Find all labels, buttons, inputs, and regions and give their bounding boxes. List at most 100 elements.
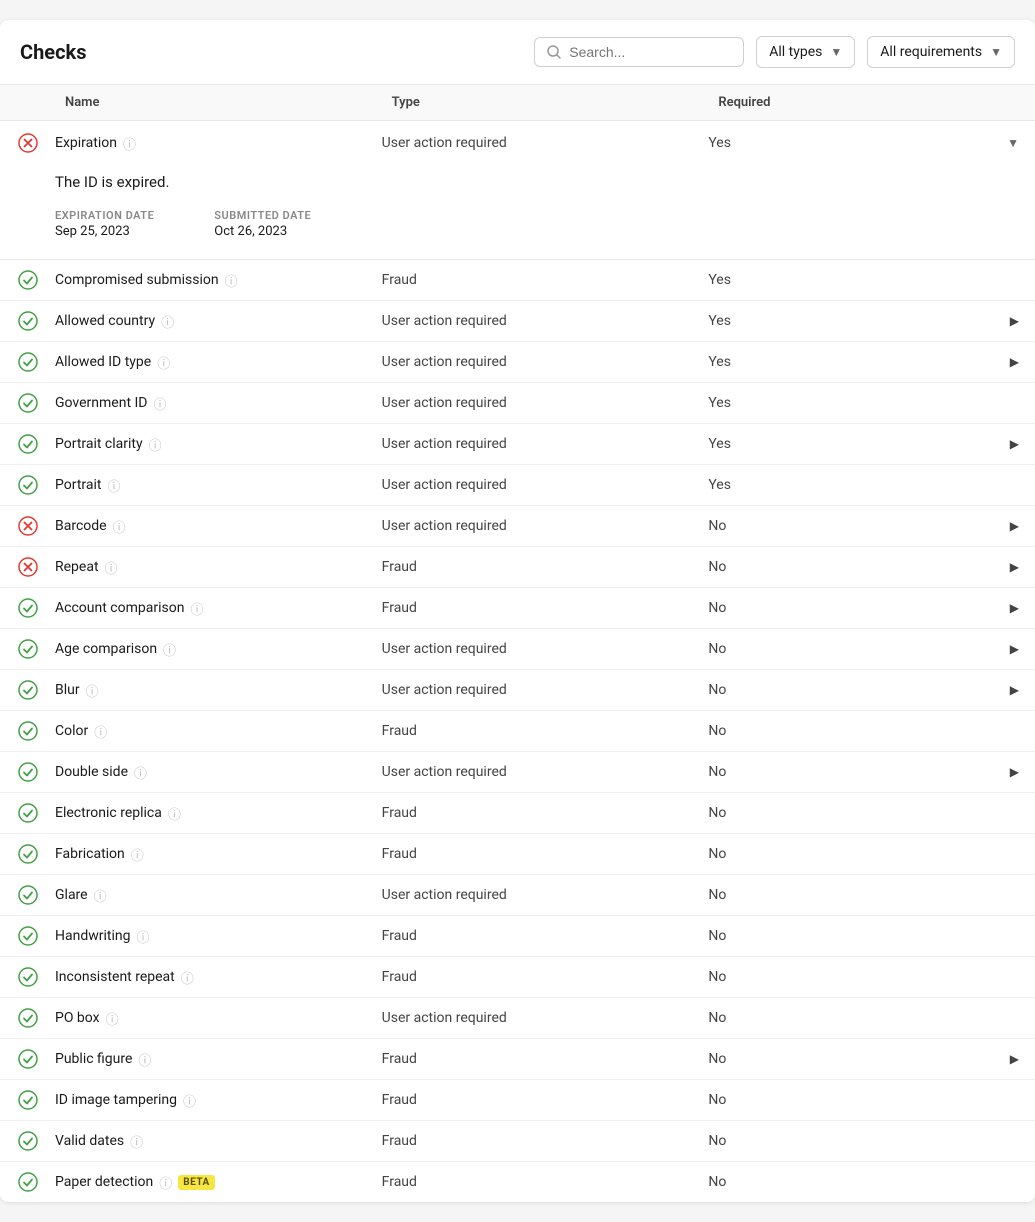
type-filter-dropdown[interactable]: All types ▼ bbox=[756, 36, 855, 68]
table-row[interactable]: FabricationⓘFraudNo bbox=[0, 834, 1035, 875]
row-status-cell bbox=[0, 680, 55, 700]
row-info-icon[interactable]: ⓘ bbox=[168, 804, 181, 823]
pass-icon bbox=[18, 311, 38, 331]
pass-icon bbox=[18, 1090, 38, 1110]
row-info-icon[interactable]: ⓘ bbox=[149, 435, 162, 454]
table-row[interactable]: Electronic replicaⓘFraudNo bbox=[0, 793, 1035, 834]
table-row[interactable]: Account comparisonⓘFraudNo▶ bbox=[0, 588, 1035, 629]
row-required-cell: Yes bbox=[708, 477, 1035, 493]
row-required-cell: No bbox=[708, 1092, 1035, 1108]
row-info-icon[interactable]: ⓘ bbox=[106, 1009, 119, 1028]
row-info-icon[interactable]: ⓘ bbox=[190, 599, 203, 618]
table-row[interactable]: ColorⓘFraudNo bbox=[0, 711, 1035, 752]
table-row[interactable]: Allowed countryⓘUser action requiredYes▶ bbox=[0, 301, 1035, 342]
expiration-row-main[interactable]: Expiration ⓘ User action required Yes ▼ bbox=[0, 121, 1035, 165]
row-name: Blur bbox=[55, 682, 80, 698]
pass-icon bbox=[18, 393, 38, 413]
row-expand-icon[interactable]: ▶ bbox=[1010, 355, 1019, 369]
table-row[interactable]: Age comparisonⓘUser action requiredNo▶ bbox=[0, 629, 1035, 670]
row-type: Fraud bbox=[382, 1174, 709, 1190]
row-info-icon[interactable]: ⓘ bbox=[157, 353, 170, 372]
row-expand-icon[interactable]: ▶ bbox=[1010, 601, 1019, 615]
row-info-icon[interactable]: ⓘ bbox=[94, 886, 107, 905]
table-row[interactable]: RepeatⓘFraudNo▶ bbox=[0, 547, 1035, 588]
search-icon bbox=[547, 45, 561, 59]
row-status-cell bbox=[0, 762, 55, 782]
row-info-icon[interactable]: ⓘ bbox=[131, 845, 144, 864]
requirements-filter-label: All requirements bbox=[880, 44, 982, 60]
row-type: User action required bbox=[382, 1010, 709, 1026]
row-expand-icon[interactable]: ▶ bbox=[1010, 1052, 1019, 1066]
table-row[interactable]: Portrait clarityⓘUser action requiredYes… bbox=[0, 424, 1035, 465]
row-expand-icon[interactable]: ▶ bbox=[1010, 642, 1019, 656]
table-row[interactable]: Paper detectionⓘBETAFraudNo bbox=[0, 1162, 1035, 1202]
row-name-cell: Portraitⓘ bbox=[55, 476, 382, 495]
expiration-info-icon[interactable]: ⓘ bbox=[123, 134, 136, 153]
row-info-icon[interactable]: ⓘ bbox=[225, 271, 238, 290]
row-info-icon[interactable]: ⓘ bbox=[138, 1050, 151, 1069]
table-row[interactable]: Inconsistent repeatⓘFraudNo bbox=[0, 957, 1035, 998]
row-required: No bbox=[708, 1010, 726, 1026]
row-type: Fraud bbox=[382, 969, 709, 985]
row-name: Paper detection bbox=[55, 1174, 153, 1190]
row-info-icon[interactable]: ⓘ bbox=[159, 1173, 172, 1192]
row-expand-icon[interactable]: ▶ bbox=[1010, 683, 1019, 697]
row-expand-icon[interactable]: ▶ bbox=[1010, 437, 1019, 451]
row-info-icon[interactable]: ⓘ bbox=[130, 1132, 143, 1151]
table-rows: Compromised submissionⓘFraudYes Allowed … bbox=[0, 260, 1035, 1202]
row-type: User action required bbox=[382, 518, 709, 534]
table-row[interactable]: BlurⓘUser action requiredNo▶ bbox=[0, 670, 1035, 711]
row-info-icon[interactable]: ⓘ bbox=[136, 927, 149, 946]
requirements-filter-dropdown[interactable]: All requirements ▼ bbox=[867, 36, 1015, 68]
table-row[interactable]: HandwritingⓘFraudNo bbox=[0, 916, 1035, 957]
search-box[interactable] bbox=[534, 37, 744, 67]
expiration-collapse-icon[interactable]: ▼ bbox=[1007, 136, 1019, 150]
row-expand-icon[interactable]: ▶ bbox=[1010, 519, 1019, 533]
table-row[interactable]: Double sideⓘUser action requiredNo▶ bbox=[0, 752, 1035, 793]
row-name: Fabrication bbox=[55, 846, 125, 862]
row-type: Fraud bbox=[382, 1051, 709, 1067]
row-info-icon[interactable]: ⓘ bbox=[181, 968, 194, 987]
table-row[interactable]: Public figureⓘFraudNo▶ bbox=[0, 1039, 1035, 1080]
table-row[interactable]: Allowed ID typeⓘUser action requiredYes▶ bbox=[0, 342, 1035, 383]
row-name: ID image tampering bbox=[55, 1092, 177, 1108]
row-status-cell bbox=[0, 393, 55, 413]
row-info-icon[interactable]: ⓘ bbox=[86, 681, 99, 700]
row-status-cell bbox=[0, 1172, 55, 1192]
row-required: Yes bbox=[708, 354, 731, 370]
row-type: User action required bbox=[382, 395, 709, 411]
table-row[interactable]: ID image tamperingⓘFraudNo bbox=[0, 1080, 1035, 1121]
fail-icon bbox=[18, 516, 38, 536]
table-row[interactable]: PortraitⓘUser action requiredYes bbox=[0, 465, 1035, 506]
row-expand-icon[interactable]: ▶ bbox=[1010, 314, 1019, 328]
row-info-icon[interactable]: ⓘ bbox=[163, 640, 176, 659]
pass-icon bbox=[18, 885, 38, 905]
table-row[interactable]: Government IDⓘUser action requiredYes bbox=[0, 383, 1035, 424]
type-filter-label: All types bbox=[769, 44, 822, 60]
table-row[interactable]: PO boxⓘUser action requiredNo bbox=[0, 998, 1035, 1039]
row-name: Handwriting bbox=[55, 928, 130, 944]
row-type: User action required bbox=[382, 887, 709, 903]
table-row[interactable]: BarcodeⓘUser action requiredNo▶ bbox=[0, 506, 1035, 547]
pass-icon bbox=[18, 762, 38, 782]
table-row[interactable]: GlareⓘUser action requiredNo bbox=[0, 875, 1035, 916]
row-info-icon[interactable]: ⓘ bbox=[154, 394, 167, 413]
row-required-cell: No bbox=[708, 846, 1035, 862]
table-row[interactable]: Compromised submissionⓘFraudYes bbox=[0, 260, 1035, 301]
beta-badge: BETA bbox=[178, 1175, 215, 1190]
row-info-icon[interactable]: ⓘ bbox=[107, 476, 120, 495]
row-info-icon[interactable]: ⓘ bbox=[134, 763, 147, 782]
row-info-icon[interactable]: ⓘ bbox=[183, 1091, 196, 1110]
table-row[interactable]: Valid datesⓘFraudNo bbox=[0, 1121, 1035, 1162]
row-expand-icon[interactable]: ▶ bbox=[1010, 765, 1019, 779]
row-info-icon[interactable]: ⓘ bbox=[105, 558, 118, 577]
row-info-icon[interactable]: ⓘ bbox=[94, 722, 107, 741]
row-name: Color bbox=[55, 723, 88, 739]
expiration-date-label: EXPIRATION DATE bbox=[55, 209, 154, 222]
row-info-icon[interactable]: ⓘ bbox=[113, 517, 126, 536]
expiration-status-cell bbox=[0, 133, 55, 153]
search-input[interactable] bbox=[569, 44, 731, 60]
row-info-icon[interactable]: ⓘ bbox=[161, 312, 174, 331]
row-status-cell bbox=[0, 885, 55, 905]
row-expand-icon[interactable]: ▶ bbox=[1010, 560, 1019, 574]
